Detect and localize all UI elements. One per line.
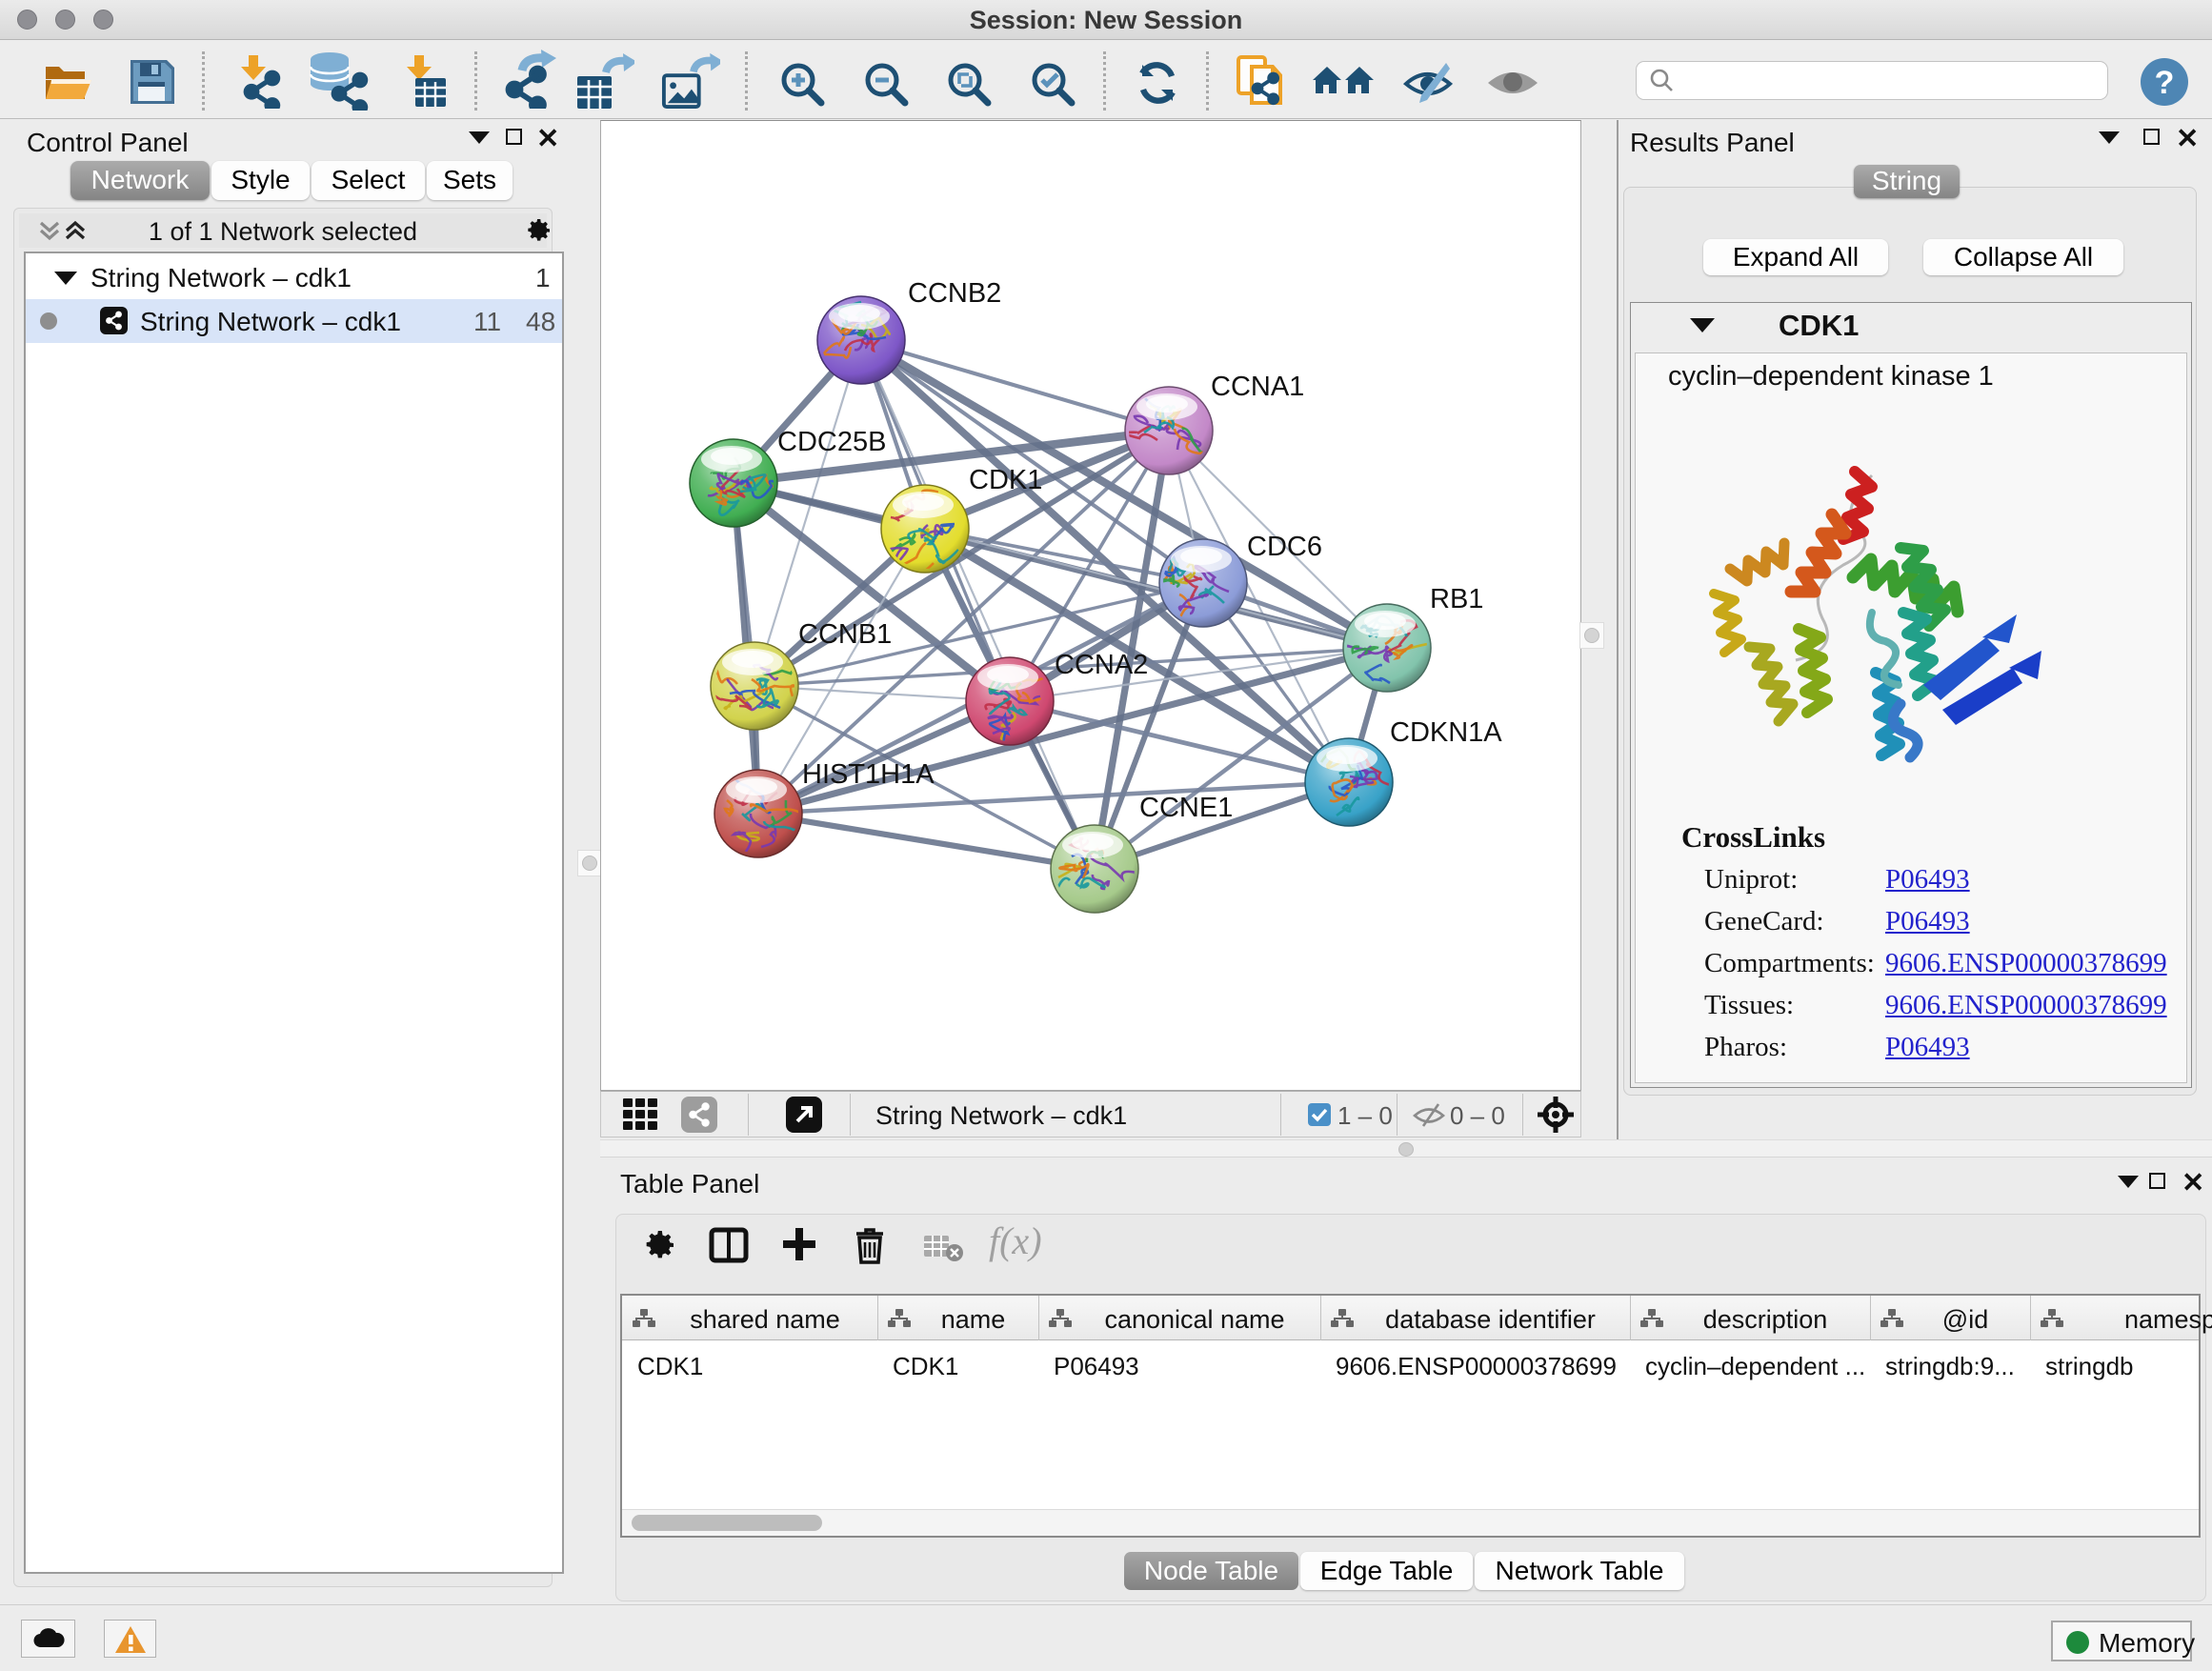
svg-text:CDC6: CDC6 [1247,532,1322,562]
svg-text:CDC25B: CDC25B [777,427,886,457]
svg-text:CCNA1: CCNA1 [1211,372,1304,402]
svg-text:CCNA2: CCNA2 [1055,650,1148,680]
svg-text:CCNB1: CCNB1 [798,619,892,650]
svg-text:CCNB2: CCNB2 [908,278,1001,309]
svg-text:HIST1H1A: HIST1H1A [802,759,935,790]
svg-text:CDKN1A: CDKN1A [1390,717,1502,748]
svg-text:CCNE1: CCNE1 [1139,793,1233,823]
svg-text:CDK1: CDK1 [969,465,1042,495]
svg-text:RB1: RB1 [1430,584,1483,614]
